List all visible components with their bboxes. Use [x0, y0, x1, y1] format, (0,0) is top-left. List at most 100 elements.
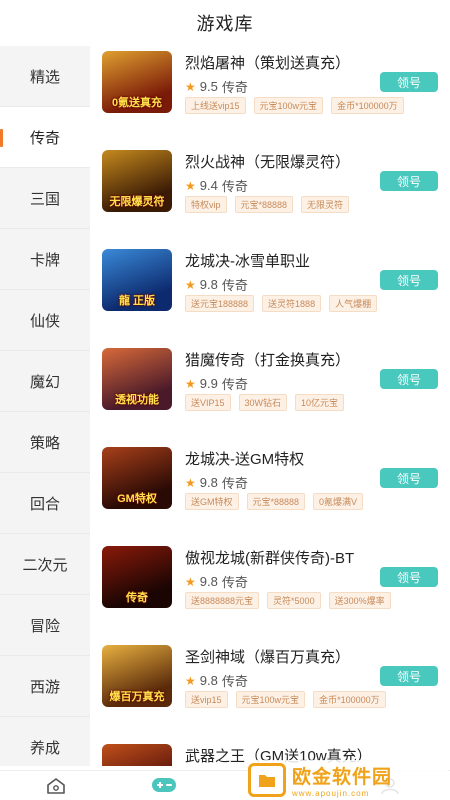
- game-name[interactable]: 傲视龙城(新群侠传奇)-BT: [185, 547, 354, 568]
- game-genre: 传奇: [221, 674, 248, 689]
- star-icon: ★: [185, 178, 196, 193]
- game-list: 0氪送真充 烈焰屠神（策划送真充） ★ 9.5 传奇 领号 上线送vip15 元宝1…: [90, 46, 450, 766]
- sidebar-item-label: 二次元: [22, 556, 68, 574]
- game-tag: 送元宝188888: [185, 295, 255, 312]
- game-name[interactable]: 圣剑神域（爆百万真充）: [185, 646, 350, 667]
- sidebar-item-label: 冒险: [29, 617, 60, 635]
- thumbnail-caption: 爆百万真充: [109, 691, 165, 703]
- sidebar-item-jingxuan[interactable]: 精选: [0, 46, 90, 107]
- sidebar-item-label: 魔幻: [29, 373, 60, 391]
- game-thumbnail[interactable]: GM特权: [102, 447, 172, 509]
- thumbnail-caption: 传奇: [126, 592, 148, 604]
- sidebar-item-celue[interactable]: 策略: [0, 412, 90, 473]
- game-tag: 送vip15: [185, 691, 228, 708]
- game-row[interactable]: GM特权 龙城决-送GM特权 ★ 9.8 传奇 领号 送GM特权 元宝*88888 …: [90, 442, 450, 541]
- rating-value: 9.8: [199, 475, 218, 490]
- game-tag: 送300%爆率: [328, 592, 391, 609]
- claim-account-button[interactable]: 领号: [380, 666, 438, 686]
- game-genre: 传奇: [221, 575, 248, 590]
- claim-account-button[interactable]: 领号: [380, 171, 438, 191]
- sidebar-item-xianxia[interactable]: 仙侠: [0, 290, 90, 351]
- claim-account-button[interactable]: 领号: [380, 270, 438, 290]
- game-tags: 送元宝188888 送灵符1888 人气爆棚: [185, 295, 378, 312]
- sidebar-item-label: 策略: [29, 434, 60, 452]
- thumbnail-caption: 0氪送真充: [111, 97, 163, 109]
- sidebar-item-maoxian[interactable]: 冒险: [0, 595, 90, 656]
- game-tags: 送GM特权 元宝*88888 0氪爆满V: [185, 493, 364, 510]
- watermark-url: www.apoujin.com: [292, 789, 370, 798]
- game-tags: 特权vip 元宝*88888 无限灵符: [185, 196, 350, 213]
- sidebar-item-label: 精选: [29, 68, 60, 86]
- game-tag: 特权vip: [185, 196, 227, 213]
- game-name[interactable]: 猎魔传奇（打金换真充）: [185, 349, 350, 370]
- game-thumbnail[interactable]: [102, 744, 172, 766]
- claim-account-button[interactable]: 领号: [380, 72, 438, 92]
- game-tags: 送VIP15 30W钻石 10亿元宝: [185, 394, 345, 411]
- game-row[interactable]: 透视功能 猎魔传奇（打金换真充） ★ 9.9 传奇 领号 送VIP15 30W钻石 …: [90, 343, 450, 442]
- game-tag: 元宝*88888: [234, 196, 294, 213]
- claim-account-button[interactable]: 领号: [380, 369, 438, 389]
- game-row[interactable]: 龍 正版 龙城决-冰雪单职业 ★ 9.8 传奇 领号 送元宝188888 送灵符18…: [90, 244, 450, 343]
- game-tag: 元宝100w元宝: [235, 691, 306, 708]
- thumbnail-caption: GM特权: [117, 493, 157, 505]
- game-rating: ★ 9.4 传奇: [185, 176, 248, 195]
- star-icon: ★: [185, 79, 196, 94]
- game-thumbnail[interactable]: 爆百万真充: [102, 645, 172, 707]
- game-rating: ★ 9.8 传奇: [185, 473, 248, 492]
- game-rating: ★ 9.8 传奇: [185, 275, 248, 294]
- thumbnail-caption: 透视功能: [115, 394, 159, 406]
- game-rating: ★ 9.8 传奇: [185, 671, 248, 690]
- claim-account-button[interactable]: 领号: [380, 468, 438, 488]
- game-row[interactable]: 0氪送真充 烈焰屠神（策划送真充） ★ 9.5 传奇 领号 上线送vip15 元宝1…: [90, 46, 450, 145]
- game-name[interactable]: 龙城决-冰雪单职业: [185, 250, 310, 271]
- home-icon[interactable]: [46, 777, 66, 795]
- game-tags: 送8888888元宝 灵符*5000 送300%爆率: [185, 592, 391, 609]
- star-icon: ★: [185, 673, 196, 688]
- sidebar-item-huihe[interactable]: 回合: [0, 473, 90, 534]
- game-thumbnail[interactable]: 无限爆灵符: [102, 150, 172, 212]
- sidebar-item-label: 回合: [29, 495, 60, 513]
- game-rating: ★ 9.5 传奇: [185, 77, 248, 96]
- game-name[interactable]: 烈火战神（无限爆灵符）: [185, 151, 350, 172]
- star-icon: ★: [185, 277, 196, 292]
- game-name[interactable]: 龙城决-送GM特权: [185, 448, 304, 469]
- sidebar-item-chuanqi[interactable]: 传奇: [0, 107, 90, 168]
- game-tag: 送灵符1888: [262, 295, 322, 312]
- claim-account-button[interactable]: 领号: [380, 567, 438, 587]
- game-name[interactable]: 烈焰屠神（策划送真充）: [185, 52, 350, 73]
- page-title: 游戏库: [196, 14, 254, 34]
- rating-value: 9.8: [199, 673, 218, 688]
- game-thumbnail[interactable]: 0氪送真充: [102, 51, 172, 113]
- game-genre: 传奇: [221, 179, 248, 194]
- sidebar-item-kapai[interactable]: 卡牌: [0, 229, 90, 290]
- star-icon: ★: [185, 475, 196, 490]
- game-tag: 10亿元宝: [295, 394, 345, 411]
- game-thumbnail[interactable]: 传奇: [102, 546, 172, 608]
- sidebar-item-mohuan[interactable]: 魔幻: [0, 351, 90, 412]
- game-tags: 上线送vip15 元宝100w元宝 金币*100000万: [185, 97, 404, 114]
- game-tag: 30W钻石: [238, 394, 288, 411]
- category-sidebar: 精选 传奇 三国 卡牌 仙侠 魔幻 策略 回合 二次元 冒险 西游 养成: [0, 46, 90, 766]
- sidebar-item-yangcheng[interactable]: 养成: [0, 717, 90, 766]
- game-genre: 传奇: [221, 476, 248, 491]
- sidebar-item-label: 养成: [29, 739, 60, 757]
- game-tag: 上线送vip15: [185, 97, 246, 114]
- star-icon: ★: [185, 574, 196, 589]
- game-row[interactable]: 传奇 傲视龙城(新群侠传奇)-BT ★ 9.8 传奇 领号 送8888888元宝 灵…: [90, 541, 450, 640]
- game-thumbnail[interactable]: 透视功能: [102, 348, 172, 410]
- sidebar-item-erciyuan[interactable]: 二次元: [0, 534, 90, 595]
- sidebar-item-label: 卡牌: [29, 251, 60, 269]
- game-row[interactable]: 无限爆灵符 烈火战神（无限爆灵符） ★ 9.4 传奇 领号 特权vip 元宝*888…: [90, 145, 450, 244]
- rating-value: 9.8: [199, 277, 218, 292]
- game-tags: 送vip15 元宝100w元宝 金币*100000万: [185, 691, 386, 708]
- game-row[interactable]: 爆百万真充 圣剑神域（爆百万真充） ★ 9.8 传奇 领号 送vip15 元宝100…: [90, 640, 450, 739]
- sidebar-item-sanguo[interactable]: 三国: [0, 168, 90, 229]
- game-thumbnail[interactable]: 龍 正版: [102, 249, 172, 311]
- gamepad-icon[interactable]: [151, 776, 177, 794]
- game-tag: 元宝100w元宝: [253, 97, 324, 114]
- sidebar-item-xiyou[interactable]: 西游: [0, 656, 90, 717]
- game-tag: 金币*100000万: [313, 691, 386, 708]
- thumbnail-caption: 龍 正版: [118, 295, 156, 307]
- watermark-text: 欧金软件园 www.apoujin.com: [292, 762, 392, 798]
- game-tag: 无限灵符: [301, 196, 350, 213]
